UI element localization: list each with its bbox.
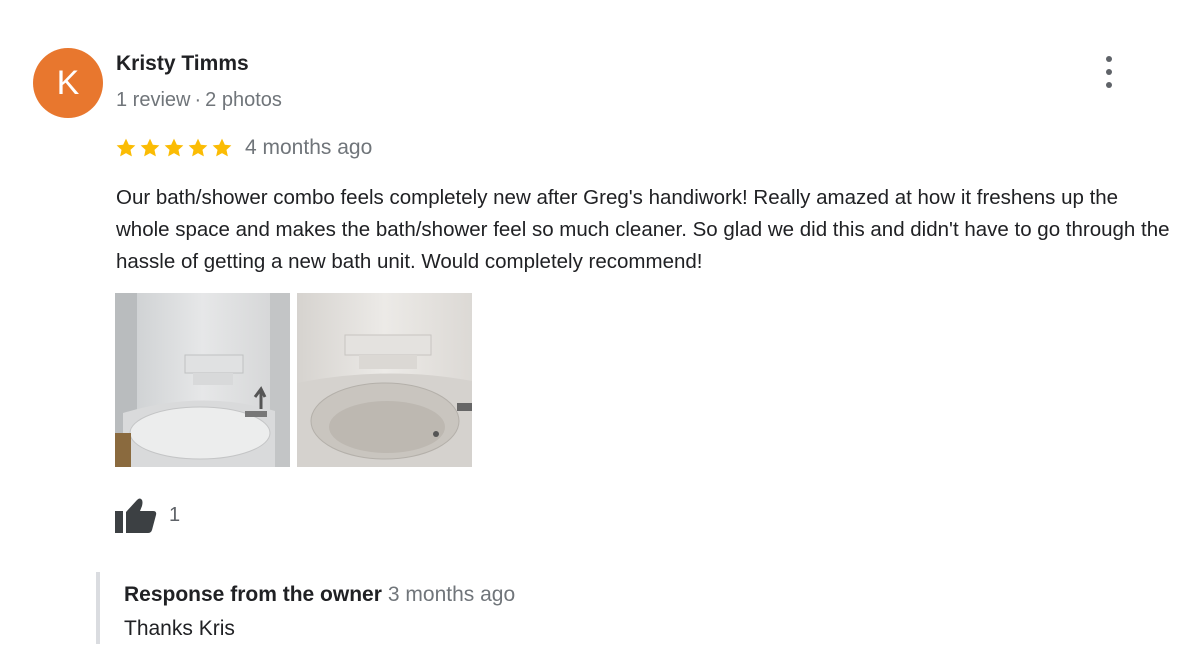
avatar[interactable]: K	[33, 48, 103, 118]
star-icon	[164, 138, 184, 157]
owner-response-title: Response from the owner	[124, 583, 382, 606]
avatar-initial: K	[56, 63, 80, 102]
star-icon	[116, 138, 136, 157]
photo-count: 2 photos	[205, 89, 282, 111]
star-icon	[212, 138, 232, 157]
owner-response-text: Thanks Kris	[124, 617, 235, 640]
star-icon	[140, 138, 160, 157]
thumbs-up-icon	[115, 498, 157, 533]
review-count: 1 review	[116, 89, 191, 111]
star-rating	[115, 137, 233, 159]
review-photo-1[interactable]	[115, 293, 290, 467]
owner-response: Response from the owner 3 months ago Than…	[96, 572, 515, 644]
bathtub-shower-photo-1	[115, 293, 290, 467]
rating-row: 4 months ago	[115, 136, 372, 160]
review-photos	[115, 293, 472, 467]
review-text: Our bath/shower combo feels completely n…	[116, 186, 1170, 273]
owner-response-time: 3 months ago	[387, 583, 516, 606]
star-icon	[188, 138, 208, 157]
review-card: K Kristy Timms 1 review · 2 photos 4 month…	[0, 0, 1200, 657]
meta-separator: ·	[194, 89, 202, 111]
review-time: 4 months ago	[245, 136, 373, 159]
like-button[interactable]: 1	[115, 496, 180, 534]
review-photo-2[interactable]	[297, 293, 472, 467]
bathtub-shower-photo-2	[297, 293, 472, 467]
reviewer-name[interactable]: Kristy Timms	[116, 52, 249, 76]
more-options-button[interactable]	[1096, 56, 1122, 88]
owner-response-header: Response from the owner 3 months ago	[124, 583, 515, 607]
like-count: 1	[169, 503, 181, 526]
reviewer-meta: 1 review · 2 photos	[116, 89, 282, 112]
vertical-dots-icon	[1106, 56, 1112, 62]
